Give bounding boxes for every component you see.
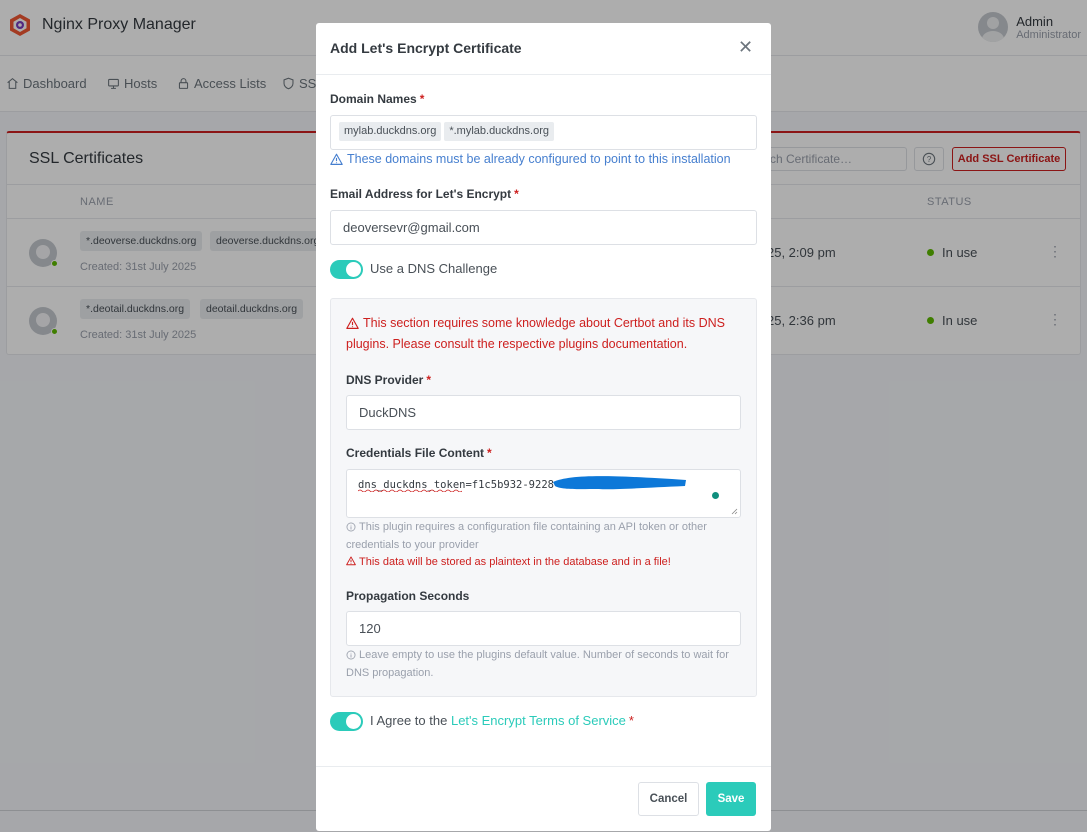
propagation-hint: Leave empty to use the plugins default v… xyxy=(346,649,729,679)
warning-icon xyxy=(330,153,343,165)
agree-tos-toggle[interactable] xyxy=(330,712,363,731)
modal-title: Add Let's Encrypt Certificate xyxy=(330,40,522,56)
dns-provider-label: DNS Provider * xyxy=(346,373,432,387)
credentials-hint: This plugin requires a configuration fil… xyxy=(346,521,707,551)
propagation-label: Propagation Seconds xyxy=(346,589,470,603)
email-label: Email Address for Let's Encrypt * xyxy=(330,187,519,201)
dns-warning: This section requires some knowledge abo… xyxy=(346,316,725,351)
agree-tos-label: I Agree to the Let's Encrypt Terms of Se… xyxy=(370,713,634,728)
modal-header: Add Let's Encrypt Certificate ✕ xyxy=(316,23,771,75)
credentials-label: Credentials File Content * xyxy=(346,446,492,460)
credentials-textarea[interactable]: dns_duckdns_token=f1c5b932-9228- xyxy=(346,469,741,518)
cancel-button[interactable]: Cancel xyxy=(638,782,699,816)
spellcheck-underline xyxy=(358,489,462,492)
save-button[interactable]: Save xyxy=(706,782,756,816)
propagation-seconds-input[interactable]: 120 xyxy=(346,611,741,646)
domain-chip[interactable]: *.mylab.duckdns.org xyxy=(444,122,554,141)
domain-chip[interactable]: mylab.duckdns.org xyxy=(339,122,442,141)
dns-challenge-panel: This section requires some knowledge abo… xyxy=(330,298,757,697)
domain-names-input[interactable]: mylab.duckdns.org *.mylab.duckdns.org xyxy=(330,115,757,150)
warning-icon xyxy=(346,556,356,566)
domain-hint: These domains must be already configured… xyxy=(330,152,731,166)
email-field[interactable]: deoversevr@gmail.com xyxy=(330,210,757,245)
warning-icon xyxy=(346,317,359,329)
credentials-warning: This data will be stored as plaintext in… xyxy=(346,556,671,568)
dns-challenge-label: Use a DNS Challenge xyxy=(370,261,498,276)
info-icon xyxy=(346,522,356,532)
tos-link[interactable]: Let's Encrypt Terms of Service xyxy=(451,713,626,728)
close-icon[interactable]: ✕ xyxy=(738,37,753,58)
domain-names-label: Domain Names * xyxy=(330,92,425,106)
grammar-indicator[interactable] xyxy=(712,492,719,499)
resize-handle-icon[interactable] xyxy=(731,508,738,515)
add-certificate-modal: Add Let's Encrypt Certificate ✕ Domain N… xyxy=(316,23,771,831)
dns-provider-select[interactable]: DuckDNS xyxy=(346,395,741,430)
divider xyxy=(316,766,771,767)
redaction-mark xyxy=(553,476,686,490)
dns-challenge-toggle[interactable] xyxy=(330,260,363,279)
info-icon xyxy=(346,650,356,660)
